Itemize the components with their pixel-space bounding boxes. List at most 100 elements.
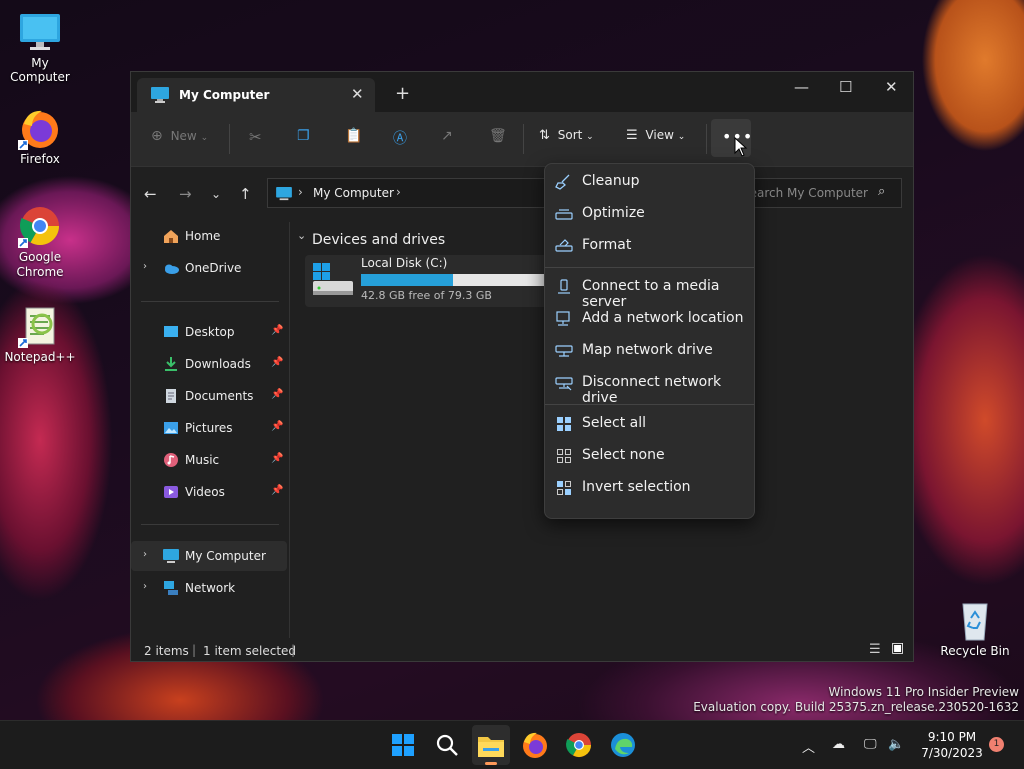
paste-icon[interactable]: 📋 [345,128,362,144]
menu-item-label: Invert selection [582,479,691,495]
sidebar-item-label: OneDrive [185,261,242,275]
sidebar-item-onedrive[interactable]: › OneDrive [131,253,287,283]
back-arrow-icon[interactable]: ← [144,185,157,203]
navigation-pane: Home › OneDrive Desktop 📌 Downloads 📌 Do… [131,219,289,639]
cut-icon[interactable]: ✂ [249,128,262,146]
sidebar-item-videos[interactable]: Videos 📌 [131,477,287,507]
desktop-icon-label: My Computer [10,56,70,84]
menu-item-optimize[interactable]: Optimize [545,199,754,229]
close-tab-icon[interactable]: ✕ [351,85,364,103]
add-tab-icon[interactable]: + [395,83,410,104]
share-icon[interactable]: ↗ [441,128,453,144]
desktop-icon-my-computer[interactable]: My Computer [0,10,80,84]
status-separator: | [291,643,296,657]
picture-icon [163,420,179,436]
breadcrumb-my-computer[interactable]: My Computer [313,186,394,200]
notification-badge[interactable]: 1 [989,737,1004,752]
taskbar-edge[interactable] [607,729,639,761]
toolbar-separator [706,124,707,154]
forward-arrow-icon[interactable]: → [179,185,192,203]
clock[interactable]: 9:10 PM 7/30/2023 [912,729,992,761]
recent-locations-chevron-icon[interactable]: ⌄ [211,187,221,201]
chevron-down-icon[interactable]: ⌄ [297,229,306,242]
sort-button[interactable]: ⇅ Sort ⌄ [539,128,594,143]
menu-item-label: Add a network location [582,310,744,326]
sidebar-item-documents[interactable]: Documents 📌 [131,381,287,411]
title-bar[interactable]: My Computer ✕ + — ☐ ✕ [131,72,913,112]
taskbar: ︿ ☁ 🖵 🔈 9:10 PM 7/30/2023 1 [0,720,1024,769]
search-button[interactable] [431,729,463,761]
taskbar-firefox[interactable] [519,729,551,761]
show-hidden-icons-chevron[interactable]: ︿ [802,737,815,756]
start-button[interactable] [387,729,419,761]
chevron-right-icon[interactable]: › [143,549,147,560]
desktop-icon-notepad-plus-plus[interactable]: Notepad++ [0,304,80,364]
search-box[interactable]: Search My Computer ⌕ [731,178,902,208]
chevron-right-icon[interactable]: › [143,261,147,272]
taskbar-chrome[interactable] [563,729,595,761]
search-icon [436,734,458,756]
copy-icon[interactable]: ❐ [297,128,310,144]
menu-item-add-a-network-location[interactable]: Add a network location [545,304,754,334]
recycle-bin-icon [953,598,997,642]
pin-icon: 📌 [271,357,284,368]
drive-usage-bar [361,274,561,286]
menu-item-map-network-drive[interactable]: Map network drive [545,336,754,366]
view-button[interactable]: ☰ View ⌄ [626,128,685,143]
sidebar-item-pictures[interactable]: Pictures 📌 [131,413,287,443]
delete-icon[interactable]: 🗑 [489,128,507,144]
network-icon[interactable]: 🖵 [864,737,877,752]
hard-drive-icon [311,261,355,305]
drive-item-local-disk[interactable]: Local Disk (C:) 42.8 GB free of 79.3 GB [305,255,565,307]
rename-icon[interactable]: Ⓐ [393,128,407,148]
watermark-line-2: Evaluation copy. Build 25375.zn_release.… [693,700,1019,714]
close-window-icon[interactable]: ✕ [885,78,898,96]
sidebar-item-label: Home [185,229,221,243]
view-list-icon: ☰ [626,128,638,143]
menu-item-connect-to-a-media-server[interactable]: Connect to a media server [545,272,754,310]
see-more-menu: Cleanup Optimize Format Connect to a med… [544,163,755,519]
tab-my-computer[interactable]: My Computer ✕ [137,78,375,112]
menu-item-label: Format [582,237,632,253]
sidebar-item-home[interactable]: Home [131,221,287,251]
pin-icon: 📌 [271,453,284,464]
menu-item-invert-selection[interactable]: Invert selection [545,473,754,503]
onedrive-offline-icon[interactable]: ☁ [832,737,845,752]
large-icons-view-icon[interactable]: ▣ [891,640,904,656]
maximize-icon[interactable]: ☐ [839,78,852,96]
desktop-icon-google-chrome[interactable]: Google Chrome [0,204,80,280]
details-view-icon[interactable]: ☰ [869,642,881,657]
menu-item-cleanup[interactable]: Cleanup [545,167,754,197]
chrome-icon [566,733,591,758]
pane-splitter[interactable] [289,222,290,638]
desktop-icon-recycle-bin[interactable]: Recycle Bin [935,598,1015,658]
search-input[interactable]: Search My Computer [742,186,868,200]
chevron-down-icon: ⌄ [677,132,686,142]
notepad-plus-plus-icon [18,304,62,348]
desktop-icon-firefox[interactable]: Firefox [0,106,80,166]
menu-item-disconnect-network-drive[interactable]: Disconnect network drive [545,368,754,406]
disconnect-drive-icon [555,375,573,391]
command-bar: ⊕ New ⌄ ✂ ❐ 📋 Ⓐ ↗ 🗑 ⇅ Sort ⌄ ☰ View ⌄ ••… [131,112,913,166]
menu-item-select-all[interactable]: Select all [545,409,754,439]
menu-item-select-none[interactable]: Select none [545,441,754,471]
address-bar[interactable]: › My Computer › [267,178,567,208]
sidebar-item-music[interactable]: Music 📌 [131,445,287,475]
menu-item-format[interactable]: Format [545,231,754,261]
sidebar-item-my-computer[interactable]: › My Computer [131,541,287,571]
chevron-down-icon: ⌄ [200,133,209,143]
sidebar-item-downloads[interactable]: Downloads 📌 [131,349,287,379]
volume-icon[interactable]: 🔈 [888,737,904,752]
search-icon: ⌕ [878,184,886,199]
new-button[interactable]: ⊕ New ⌄ [151,128,208,144]
minimize-icon[interactable]: — [794,78,809,96]
taskbar-file-explorer[interactable] [472,725,510,765]
sort-icon: ⇅ [539,128,550,143]
up-arrow-icon[interactable]: ↑ [239,185,252,203]
sidebar-item-label: My Computer [185,549,266,563]
sidebar-item-network[interactable]: › Network [131,573,287,603]
sidebar-item-desktop[interactable]: Desktop 📌 [131,317,287,347]
chevron-right-icon[interactable]: › [143,581,147,592]
watermark-line-1: Windows 11 Pro Insider Preview [828,685,1019,699]
monitor-icon [276,186,292,205]
